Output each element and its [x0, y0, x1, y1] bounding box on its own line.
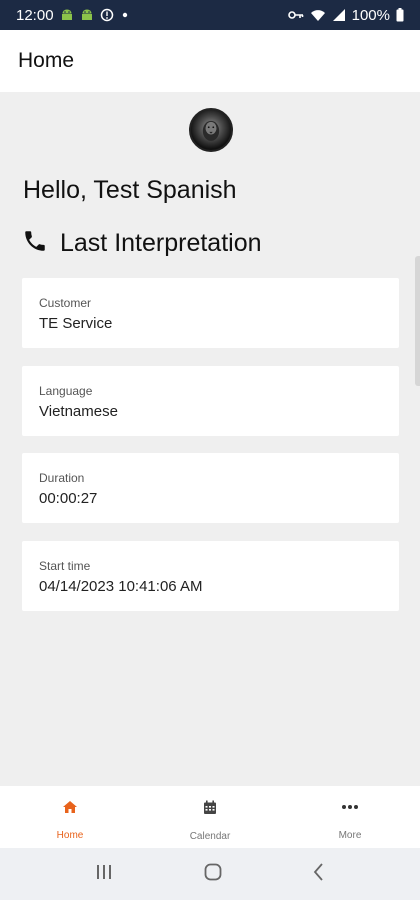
status-left: 12:00	[16, 7, 130, 24]
nav-label-home: Home	[56, 830, 84, 841]
section-title: Last Interpretation	[60, 229, 262, 257]
nav-item-home[interactable]: Home	[0, 786, 140, 848]
recent-apps-icon[interactable]	[94, 863, 114, 886]
nav-label-calendar: Calendar	[189, 831, 231, 842]
info-icon	[100, 8, 114, 22]
language-card: Language Vietnamese	[22, 366, 399, 436]
avatar[interactable]	[189, 108, 233, 152]
card-value: 04/14/2023 10:41:06 AM	[39, 578, 203, 595]
status-right: 100%	[287, 6, 404, 24]
nav-item-more[interactable]: More	[280, 786, 420, 848]
nav-item-calendar[interactable]: Calendar	[140, 786, 280, 848]
wifi-icon	[310, 8, 326, 22]
android-icon	[80, 8, 94, 22]
card-label: Start time	[39, 559, 91, 573]
status-bar: 12:00 100%	[0, 0, 420, 30]
start-time-card: Start time 04/14/2023 10:41:06 AM	[22, 541, 399, 611]
customer-card: Customer TE Service	[22, 278, 399, 348]
main-content[interactable]: Hello, Test Spanish Last Interpretation …	[0, 92, 420, 786]
battery-icon	[396, 8, 404, 22]
last-interpretation-heading: Last Interpretation	[22, 228, 262, 259]
card-value: TE Service	[39, 315, 113, 332]
card-label: Customer	[39, 296, 92, 310]
nav-label-more: More	[338, 830, 362, 841]
phone-icon	[22, 228, 48, 259]
duration-card: Duration 00:00:27	[22, 453, 399, 523]
battery-level: 100%	[351, 6, 390, 24]
dot-icon	[120, 8, 130, 22]
card-label: Language	[39, 384, 93, 398]
status-time: 12:00	[16, 6, 54, 24]
lion-avatar-image	[202, 120, 220, 141]
system-navigation-bar	[0, 848, 420, 900]
home-button-icon[interactable]	[203, 862, 223, 887]
card-value: 00:00:27	[39, 490, 98, 507]
bottom-navigation: Home Calendar More	[0, 786, 420, 848]
home-icon	[62, 800, 78, 819]
signal-icon	[332, 8, 346, 22]
back-icon[interactable]	[312, 862, 326, 887]
scrollbar[interactable]	[415, 256, 420, 386]
more-icon	[341, 800, 359, 819]
app-bar: Home	[0, 30, 420, 92]
key-icon	[287, 9, 304, 21]
greeting-text: Hello, Test Spanish	[23, 176, 237, 204]
card-label: Duration	[39, 471, 85, 485]
android-icon	[60, 8, 74, 22]
page-title: Home	[18, 49, 75, 72]
card-value: Vietnamese	[39, 403, 118, 420]
calendar-icon	[203, 800, 217, 820]
